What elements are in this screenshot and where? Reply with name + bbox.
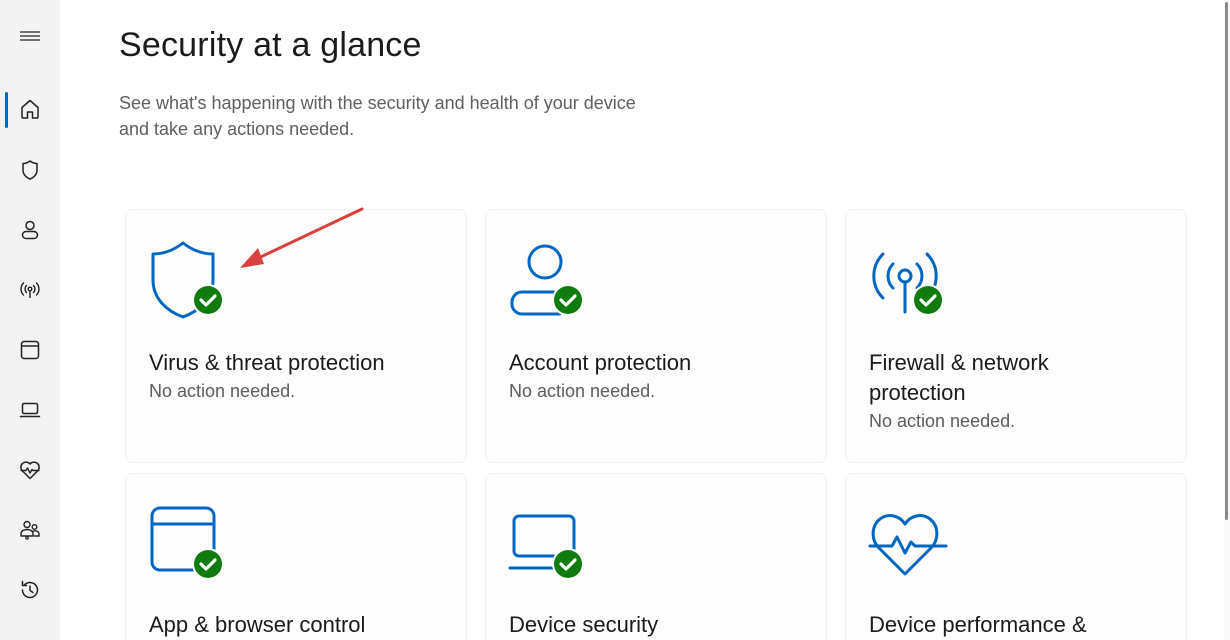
- card-app-browser-control[interactable]: App & browser control: [126, 474, 466, 640]
- menu-button[interactable]: [8, 18, 52, 58]
- scrollbar[interactable]: [1224, 0, 1230, 640]
- nav-item-home[interactable]: [8, 89, 52, 129]
- card-title: App & browser control: [149, 612, 366, 637]
- family-icon: [20, 520, 40, 540]
- card-device-security[interactable]: Device security: [486, 474, 826, 640]
- history-icon: [21, 580, 39, 599]
- shield-icon: [22, 160, 38, 180]
- hamburger-icon: [20, 31, 40, 41]
- person-check-icon: [510, 244, 584, 316]
- scrollbar-thumb[interactable]: [1225, 2, 1228, 520]
- card-title-line-2: protection: [869, 380, 966, 405]
- card-device-performance[interactable]: Device performance &: [846, 474, 1186, 640]
- card-status: No action needed.: [149, 381, 296, 401]
- card-title: Firewall & network protection: [869, 348, 1169, 408]
- page-subtitle: See what's happening with the security a…: [119, 90, 719, 142]
- heart-pulse-icon: [20, 461, 40, 480]
- annotation-arrow: [240, 207, 364, 268]
- heart-pulse-icon: [868, 514, 948, 576]
- nav-item-device-security[interactable]: [8, 390, 52, 430]
- nav-item-history[interactable]: [8, 570, 52, 610]
- card-firewall-network-protection[interactable]: Firewall & network protection No action …: [846, 210, 1186, 462]
- nav-item-account[interactable]: [8, 210, 52, 250]
- laptop-check-icon: [508, 514, 584, 580]
- nav-item-device-performance[interactable]: [8, 450, 52, 490]
- card-status: No action needed.: [869, 411, 1016, 431]
- nav-item-firewall[interactable]: [8, 270, 52, 310]
- card-title: Account protection: [509, 350, 692, 375]
- page-subtitle-line-2: and take any actions needed.: [119, 119, 355, 139]
- nav-item-virus-threat[interactable]: [8, 150, 52, 190]
- person-icon: [21, 220, 39, 240]
- card-status: No action needed.: [509, 381, 656, 401]
- card-title: Device performance &: [869, 612, 1087, 637]
- home-icon: [21, 99, 39, 119]
- page-subtitle-line-1: See what's happening with the security a…: [119, 93, 636, 113]
- antenna-check-icon: [872, 252, 944, 316]
- card-account-protection[interactable]: Account protection No action needed.: [486, 210, 826, 462]
- shield-check-icon: [151, 241, 224, 319]
- left-nav: [0, 0, 60, 640]
- card-title: Virus & threat protection: [149, 350, 385, 375]
- page-title: Security at a glance: [119, 26, 422, 64]
- nav-item-family[interactable]: [8, 510, 52, 550]
- browser-check-icon: [150, 506, 224, 580]
- antenna-icon: [20, 282, 40, 298]
- nav-item-app-browser[interactable]: [8, 330, 52, 370]
- browser-window-icon: [20, 340, 40, 360]
- laptop-icon: [19, 402, 41, 418]
- card-title-line-1: Firewall & network: [869, 350, 1049, 375]
- card-title: Device security: [509, 612, 659, 637]
